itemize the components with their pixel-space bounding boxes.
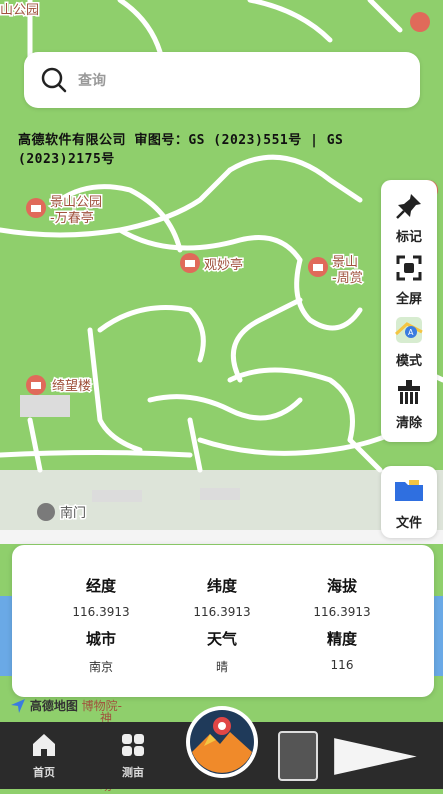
- weather-cell: 天气 晴: [157, 628, 287, 675]
- clear-label: 清除: [395, 416, 422, 431]
- city-cell: 城市 南京: [36, 628, 166, 675]
- map-brand-row: 高德地图 博物院- 神武门广场: [10, 697, 122, 793]
- longitude-cell: 经度 116.3913: [36, 575, 166, 619]
- home-icon: [33, 734, 55, 756]
- search-placeholder: 查询: [78, 73, 106, 89]
- mountain-location-icon: [190, 710, 254, 774]
- longitude-label: 经度: [85, 577, 116, 595]
- svg-text:A: A: [408, 328, 414, 337]
- city-label: 城市: [85, 630, 116, 648]
- map-label-nanmen: 南门: [60, 505, 86, 521]
- city-value: 南京: [88, 660, 113, 674]
- latitude-cell: 纬度 116.3913: [157, 575, 287, 619]
- altitude-value: 116.3913: [313, 605, 371, 619]
- accuracy-label: 精度: [326, 630, 357, 648]
- accuracy-value: 116: [330, 658, 354, 672]
- file-button[interactable]: 文件: [381, 466, 437, 538]
- map-label: 山公园: [0, 3, 39, 18]
- recent-photo-thumbnail[interactable]: [278, 731, 318, 781]
- map-mode-button[interactable]: A 模式: [381, 316, 437, 369]
- map-label: -周赏: [332, 271, 363, 286]
- pin-icon: [396, 194, 421, 219]
- altitude-cell: 海拔 116.3913: [277, 575, 407, 619]
- center-capture-button[interactable]: [186, 706, 258, 778]
- folder-icon: [395, 480, 423, 501]
- mark-label: 标记: [395, 230, 422, 245]
- altitude-label: 海拔: [326, 577, 357, 595]
- longitude-value: 116.3913: [72, 605, 130, 619]
- gaode-brand-label: 高德地图: [29, 699, 78, 713]
- panel-handle-icon: [334, 738, 417, 775]
- location-arrow-icon: [11, 698, 25, 713]
- file-label: 文件: [395, 516, 422, 531]
- weather-value: 晴: [215, 660, 228, 674]
- fullscreen-label: 全屏: [395, 292, 422, 307]
- search-bar[interactable]: 查询: [24, 52, 420, 108]
- map-label: 景山公园: [50, 195, 102, 210]
- nav-measure-label: 测亩: [122, 766, 144, 779]
- mark-button[interactable]: 标记: [381, 192, 437, 245]
- map-mode-label: 模式: [395, 354, 422, 369]
- map-copyright: 高德软件有限公司 审图号：GS (2023)551号 | GS (2023)21…: [18, 133, 344, 167]
- weather-label: 天气: [206, 630, 237, 648]
- grid-icon: [122, 734, 144, 756]
- latitude-value: 116.3913: [193, 605, 251, 619]
- fullscreen-button[interactable]: 全屏: [381, 254, 437, 307]
- map-label: 绮望楼: [52, 378, 91, 394]
- latitude-label: 纬度: [206, 577, 237, 595]
- clear-button[interactable]: 清除: [381, 378, 437, 431]
- clear-icon: [398, 380, 420, 404]
- fullscreen-icon: [396, 255, 422, 281]
- nav-home[interactable]: 首页: [14, 732, 74, 780]
- tool-panel: 标记 全屏 A 模式 清除: [381, 180, 437, 442]
- nav-home-label: 首页: [33, 766, 55, 779]
- location-info-card: 经度 116.3913 纬度 116.3913 海拔 116.3913 城市 南…: [12, 545, 434, 697]
- map-label: 景山: [332, 255, 358, 270]
- map-label: -万春亭: [50, 210, 94, 226]
- nav-measure[interactable]: 测亩: [103, 732, 163, 780]
- map-label: 观妙亭: [204, 257, 243, 273]
- map-mode-icon: A: [395, 317, 423, 343]
- accuracy-cell: 精度 116: [277, 628, 407, 672]
- search-icon: [41, 67, 67, 93]
